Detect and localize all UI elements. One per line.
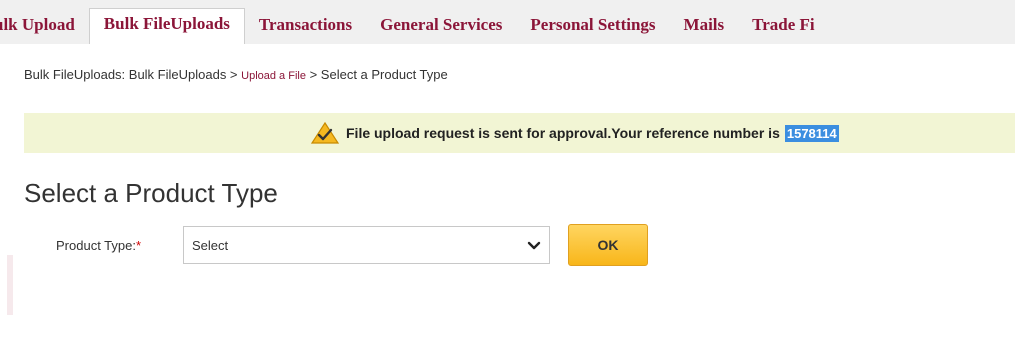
tab-mails[interactable]: Mails: [670, 10, 739, 44]
product-type-select[interactable]: Select: [183, 226, 550, 264]
product-type-label: Product Type:*: [56, 238, 141, 253]
breadcrumb-separator: >: [305, 67, 321, 82]
left-edge-accent: [7, 255, 13, 315]
breadcrumb-current: Select a Product Type: [320, 67, 448, 82]
notice-content: File upload request is sent for approval…: [310, 113, 839, 153]
approval-notice-banner: File upload request is sent for approval…: [24, 113, 1015, 153]
notice-text: File upload request is sent for approval…: [346, 125, 780, 141]
tab-general-services[interactable]: General Services: [366, 10, 516, 44]
reference-number: 1578114: [784, 124, 839, 142]
required-marker: *: [135, 238, 142, 253]
product-type-label-text: Product Type:: [56, 238, 136, 253]
tab-personal-settings[interactable]: Personal Settings: [516, 10, 669, 44]
breadcrumb-prefix: Bulk FileUploads: Bulk FileUploads: [24, 67, 227, 82]
chevron-down-icon: [527, 239, 541, 250]
tab-transactions[interactable]: Transactions: [245, 10, 366, 44]
page-title: Select a Product Type: [24, 178, 278, 208]
product-type-selected-value: Select: [192, 238, 229, 253]
breadcrumb: Bulk FileUploads: Bulk FileUploads > Upl…: [24, 67, 448, 82]
tab-trade-finance[interactable]: Trade Fi: [738, 10, 828, 44]
warning-check-icon: [310, 121, 340, 145]
top-nav-tabs: ulk Upload Bulk FileUploads Transactions…: [0, 0, 1015, 44]
ok-button[interactable]: OK: [568, 224, 648, 266]
tab-bulk-upload[interactable]: ulk Upload: [0, 10, 89, 44]
breadcrumb-separator: >: [226, 67, 242, 82]
breadcrumb-link-upload-file[interactable]: Upload a File: [241, 70, 306, 82]
tab-bulk-fileuploads[interactable]: Bulk FileUploads: [88, 8, 245, 44]
